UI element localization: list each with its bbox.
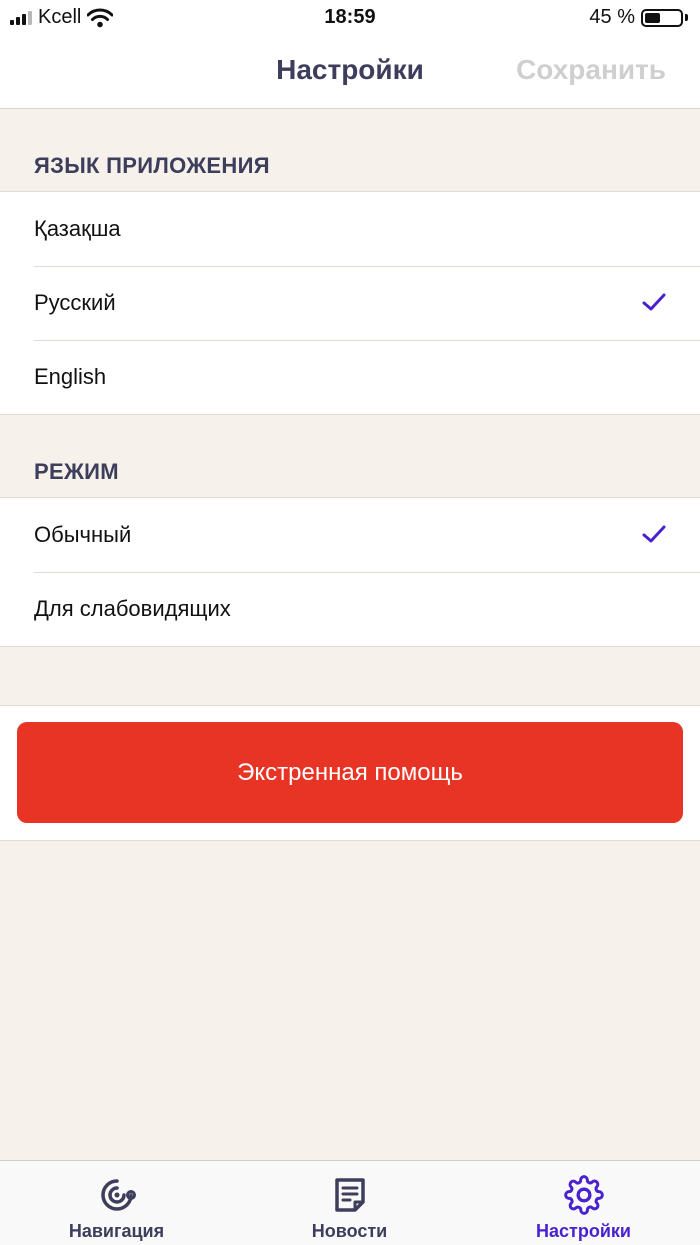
option-label: Обычный xyxy=(34,522,132,547)
checkmark-icon xyxy=(642,293,666,311)
navigation-bar: Настройки Сохранить xyxy=(0,36,700,109)
news-icon xyxy=(334,1178,365,1212)
emergency-help-button[interactable]: Экстренная помощь xyxy=(17,722,683,823)
option-label: Қазақша xyxy=(34,216,121,241)
battery-level xyxy=(645,12,661,23)
checkmark-icon xyxy=(642,525,666,543)
navigation-icon xyxy=(100,1179,136,1211)
gear-icon xyxy=(563,1175,604,1215)
battery-icon xyxy=(641,8,683,27)
mode-option-normal[interactable]: Обычный xyxy=(0,498,700,572)
tab-label: Навигация xyxy=(68,1221,165,1241)
tab-settings[interactable]: Настройки xyxy=(467,1161,700,1245)
tab-label: Настройки xyxy=(536,1221,631,1241)
tab-label: Новости xyxy=(311,1221,388,1241)
language-option-english[interactable]: English xyxy=(0,340,700,414)
battery-percent: 45 % xyxy=(589,6,635,28)
language-section-header: ЯЗЫК ПРИЛОЖЕНИЯ xyxy=(34,153,270,178)
language-option-kazakh[interactable]: Қазақша xyxy=(0,192,700,266)
save-button[interactable]: Сохранить xyxy=(516,54,666,86)
status-bar: Kcell 18:59 45 % xyxy=(0,0,700,36)
mode-list: Обычный Для слабовидящих xyxy=(0,497,700,647)
mode-section-header: РЕЖИМ xyxy=(34,459,119,484)
tab-bar: Навигация Новости Настройки xyxy=(0,1160,700,1245)
battery-tip xyxy=(685,14,688,21)
emergency-section: Экстренная помощь xyxy=(0,705,700,841)
language-option-russian[interactable]: Русский xyxy=(0,266,700,340)
language-list: Қазақша Русский English xyxy=(0,191,700,415)
option-label: English xyxy=(34,364,107,389)
tab-news[interactable]: Новости xyxy=(233,1161,466,1245)
option-label: Для слабовидящих xyxy=(34,596,231,621)
option-label: Русский xyxy=(34,290,116,315)
status-right: 45 % xyxy=(589,6,688,29)
mode-option-low-vision[interactable]: Для слабовидящих xyxy=(0,572,700,646)
tab-navigation[interactable]: Навигация xyxy=(0,1161,233,1245)
